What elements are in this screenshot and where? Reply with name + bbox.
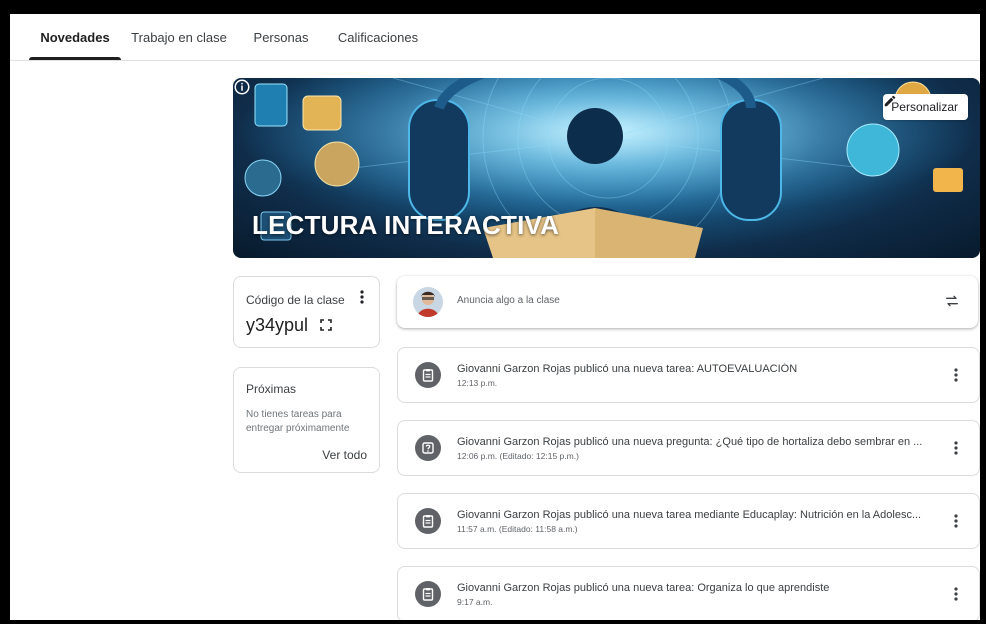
customize-button[interactable]: Personalizar [883,94,968,120]
upcoming-title: Próximas [246,382,297,396]
assignment-icon [415,362,441,388]
stream-item-time: 12:06 p.m. (Editado: 12:15 p.m.) [457,451,579,461]
stream-item[interactable]: Giovanni Garzon Rojas publicó una nueva … [397,420,980,476]
assignment-icon [415,508,441,534]
tab-novedades[interactable]: Novedades [29,14,121,60]
class-title: LECTURA INTERACTIVA [252,210,560,240]
tab-bar: Novedades Trabajo en clase Personas Cali… [10,14,980,61]
tab-calificaciones[interactable]: Calificaciones [332,14,424,60]
info-icon[interactable] [233,78,251,96]
fullscreen-icon[interactable] [320,319,332,331]
class-banner: LECTURA INTERACTIVA Personalizar [233,78,980,258]
tab-label: Personas [253,29,309,45]
classroom-page: Novedades Trabajo en clase Personas Cali… [10,14,980,620]
more-vert-icon[interactable] [953,367,959,383]
stream-item-title: Giovanni Garzon Rojas publicó una nueva … [457,363,798,375]
tab-label: Novedades [40,29,110,45]
tab-label: Calificaciones [337,29,419,45]
class-code-label: Código de la clase [246,293,345,307]
stream-item-title: Giovanni Garzon Rojas publicó una nueva … [457,509,922,521]
customize-label: Personalizar [891,100,958,114]
active-tab-indicator [29,57,121,60]
avatar [413,287,443,317]
announce-box[interactable]: Anuncia algo a la clase [397,276,978,328]
stream-item-time: 12:13 p.m. [457,378,498,388]
more-vert-icon[interactable] [359,289,365,305]
stream-item-time: 9:17 a.m. [457,597,493,607]
tab-label: Trabajo en clase [131,29,227,45]
view-all-link[interactable]: Ver todo [322,448,367,462]
announce-placeholder: Anuncia algo a la clase [457,295,560,306]
stream-item[interactable]: Giovanni Garzon Rojas publicó una nueva … [397,347,980,403]
upcoming-card: Próximas No tienes tareas para entregar … [233,367,380,473]
more-vert-icon[interactable] [953,513,959,529]
more-vert-icon[interactable] [953,586,959,602]
repost-icon[interactable] [944,293,960,309]
class-code-value: y34ypul [246,315,309,335]
question-icon [415,435,441,461]
stream-item-title: Giovanni Garzon Rojas publicó una nueva … [457,436,923,448]
stream-item[interactable]: Giovanni Garzon Rojas publicó una nueva … [397,493,980,549]
assignment-icon [415,581,441,607]
pencil-icon [885,95,896,107]
tab-personas[interactable]: Personas [246,14,316,60]
upcoming-empty-text: No tienes tareas para entregar próximame… [246,409,350,434]
stream-item-title: Giovanni Garzon Rojas publicó una nueva … [457,582,830,594]
stream-item-time: 11:57 a.m. (Editado: 11:58 a.m.) [457,524,578,534]
tab-trabajo-en-clase[interactable]: Trabajo en clase [129,14,229,60]
stream-item[interactable]: Giovanni Garzon Rojas publicó una nueva … [397,566,980,620]
class-code-card: Código de la clase y34ypul [233,276,380,348]
more-vert-icon[interactable] [953,440,959,456]
